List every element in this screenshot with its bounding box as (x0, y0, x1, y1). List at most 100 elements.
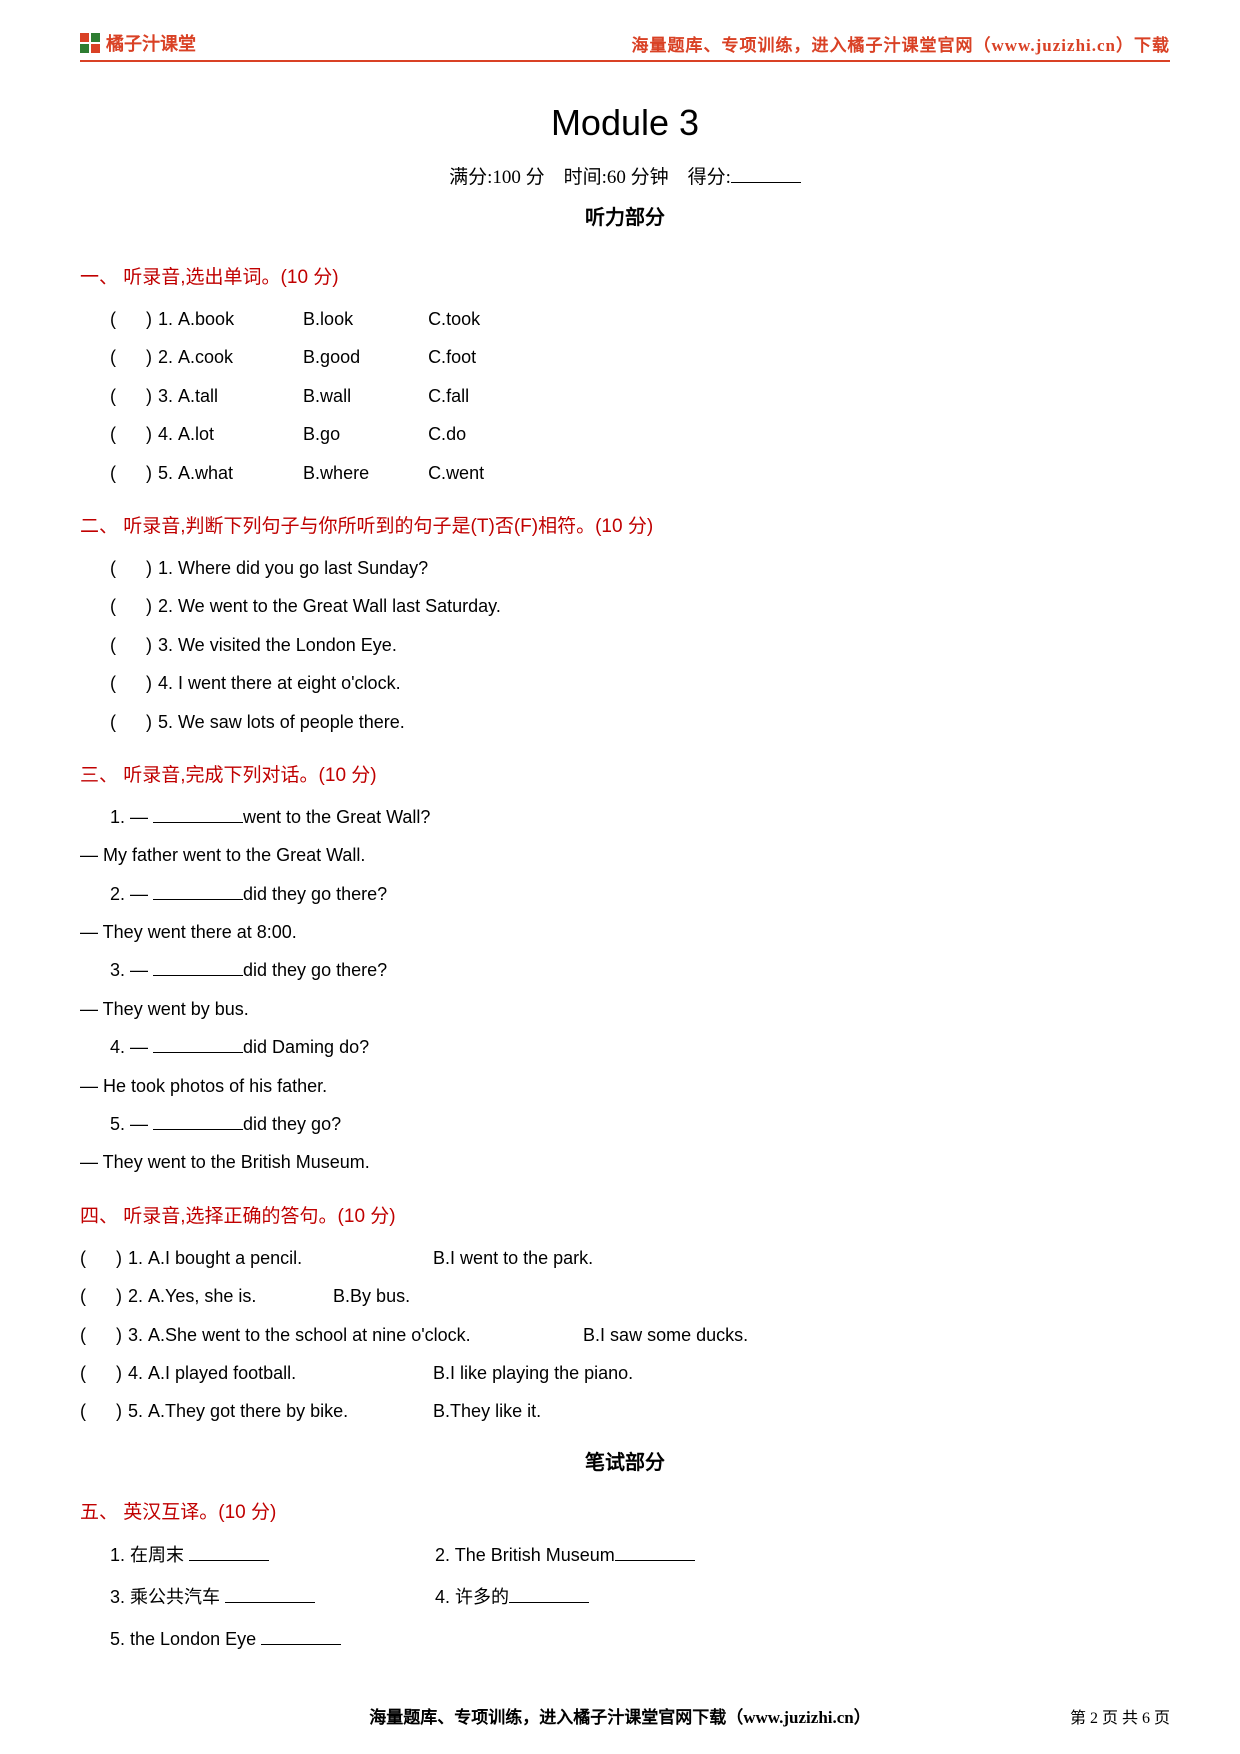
s5-text: 1. 在周末 (110, 1545, 184, 1565)
s5-item: 5. the London Eye (110, 1622, 341, 1656)
s1-row: ( )4. A.lot B.go C.do (110, 418, 1170, 450)
s3-a: — My father went to the Great Wall. (80, 839, 1170, 871)
fill-blank[interactable] (153, 806, 243, 823)
fill-blank[interactable] (153, 1036, 243, 1053)
answer-paren[interactable]: ( ) (110, 457, 152, 489)
s5-text: 2. The British Museum (435, 1545, 615, 1565)
section-3-body: 1. — went to the Great Wall? — My father… (80, 801, 1170, 1179)
answer-paren[interactable]: ( ) (110, 380, 152, 412)
s3-q: 2. — did they go there? (110, 878, 1170, 910)
logo-text: 橘子汁课堂 (106, 30, 196, 56)
s4-row: ( )3. A.She went to the school at nine o… (80, 1319, 1170, 1351)
s3-a: — They went to the British Museum. (80, 1146, 1170, 1178)
s5-text: 5. the London Eye (110, 1629, 256, 1649)
s3-a: — They went there at 8:00. (80, 916, 1170, 948)
q-pre: 5. — (110, 1114, 153, 1134)
s1-row: ( )3. A.tall B.wall C.fall (110, 380, 1170, 412)
option-b: B.wall (303, 380, 423, 412)
option-a: A.cook (178, 341, 298, 373)
s5-row: 3. 乘公共汽车 4. 许多的 (110, 1580, 1170, 1614)
fill-blank[interactable] (153, 1113, 243, 1130)
page-footer: 海量题库、专项训练，进入橘子汁课堂官网下载（www.juzizhi.cn） 第 … (0, 1703, 1240, 1728)
answer-paren[interactable]: ( ) (110, 552, 152, 584)
q-num: 1. (158, 309, 173, 329)
fill-blank[interactable] (615, 1544, 695, 1561)
logo-icon (80, 33, 100, 53)
q-num: 5. (128, 1401, 143, 1421)
q-pre: 1. — (110, 807, 153, 827)
option-b: B.I like playing the piano. (433, 1357, 633, 1389)
option-b: B.They like it. (433, 1395, 541, 1427)
q-post: did they go? (243, 1114, 341, 1134)
page-header: 橘子汁课堂 海量题库、专项训练，进入橘子汁课堂官网（www.juzizhi.cn… (80, 30, 1170, 62)
answer-paren[interactable]: ( ) (110, 629, 152, 661)
answer-paren[interactable]: ( ) (80, 1395, 122, 1427)
section-2-body: ( )1. Where did you go last Sunday? ( )2… (80, 552, 1170, 738)
answer-paren[interactable]: ( ) (80, 1319, 122, 1351)
fill-blank[interactable] (153, 959, 243, 976)
page-number: 第 2 页 共 6 页 (1070, 1704, 1170, 1728)
section-2-title: 二、 听录音,判断下列句子与你所听到的句子是(T)否(F)相符。(10 分) (80, 511, 1170, 538)
s2-row: ( )2. We went to the Great Wall last Sat… (110, 590, 1170, 622)
s1-row: ( )2. A.cook B.good C.foot (110, 341, 1170, 373)
option-b: B.go (303, 418, 423, 450)
option-c: C.went (428, 457, 548, 489)
s4-row: ( )1. A.I bought a pencil. B.I went to t… (80, 1242, 1170, 1274)
section-5-body: 1. 在周末 2. The British Museum 3. 乘公共汽车 4.… (80, 1538, 1170, 1657)
q-post: did they go there? (243, 884, 387, 904)
answer-paren[interactable]: ( ) (80, 1280, 122, 1312)
s5-text: 4. 许多的 (435, 1587, 509, 1607)
s2-row: ( )1. Where did you go last Sunday? (110, 552, 1170, 584)
option-a: A.Yes, she is. (148, 1280, 328, 1312)
meta-line: 满分:100 分 时间:60 分钟 得分: (80, 162, 1170, 189)
s5-item: 4. 许多的 (435, 1580, 589, 1614)
sentence: 5. We saw lots of people there. (158, 712, 405, 732)
fill-blank[interactable] (189, 1544, 269, 1561)
option-a: A.what (178, 457, 298, 489)
section-3-title: 三、 听录音,完成下列对话。(10 分) (80, 760, 1170, 787)
option-a: A.She went to the school at nine o'clock… (148, 1319, 578, 1351)
section-4-body: ( )1. A.I bought a pencil. B.I went to t… (80, 1242, 1170, 1428)
fill-blank[interactable] (153, 883, 243, 900)
option-c: C.foot (428, 341, 548, 373)
time-limit: 时间:60 分钟 (564, 167, 669, 188)
writing-section-label: 笔试部分 (80, 1446, 1170, 1475)
answer-paren[interactable]: ( ) (110, 303, 152, 335)
s3-a: — They went by bus. (80, 993, 1170, 1025)
sentence: 4. I went there at eight o'clock. (158, 673, 401, 693)
answer-paren[interactable]: ( ) (80, 1242, 122, 1274)
section-4-title: 四、 听录音,选择正确的答句。(10 分) (80, 1201, 1170, 1228)
answer-paren[interactable]: ( ) (110, 341, 152, 373)
s1-row: ( )5. A.what B.where C.went (110, 457, 1170, 489)
s3-a: — He took photos of his father. (80, 1070, 1170, 1102)
header-link-text: 海量题库、专项训练，进入橘子汁课堂官网（www.juzizhi.cn）下载 (632, 31, 1171, 56)
answer-paren[interactable]: ( ) (110, 590, 152, 622)
section-1-body: ( )1. A.book B.look C.took ( )2. A.cook … (80, 303, 1170, 489)
answer-paren[interactable]: ( ) (110, 667, 152, 699)
s5-text: 3. 乘公共汽车 (110, 1587, 220, 1607)
s4-row: ( )5. A.They got there by bike. B.They l… (80, 1395, 1170, 1427)
logo: 橘子汁课堂 (80, 30, 196, 56)
option-b: B.good (303, 341, 423, 373)
fill-blank[interactable] (261, 1628, 341, 1645)
answer-paren[interactable]: ( ) (110, 418, 152, 450)
s4-row: ( )2. A.Yes, she is. B.By bus. (80, 1280, 1170, 1312)
q-num: 3. (158, 386, 173, 406)
option-c: C.took (428, 303, 548, 335)
s1-row: ( )1. A.book B.look C.took (110, 303, 1170, 335)
fill-blank[interactable] (225, 1586, 315, 1603)
s5-row: 1. 在周末 2. The British Museum (110, 1538, 1170, 1572)
option-a: A.tall (178, 380, 298, 412)
s3-q: 3. — did they go there? (110, 954, 1170, 986)
option-b: B.look (303, 303, 423, 335)
s2-row: ( ) 5. We saw lots of people there. (110, 706, 1170, 738)
answer-paren[interactable]: ( ) (110, 706, 152, 738)
answer-paren[interactable]: ( ) (80, 1357, 122, 1389)
fill-blank[interactable] (509, 1586, 589, 1603)
module-title: Module 3 (80, 102, 1170, 144)
q-num: 1. (128, 1248, 143, 1268)
score-blank[interactable] (731, 165, 801, 183)
q-pre: 2. — (110, 884, 153, 904)
footer-text: 海量题库、专项训练，进入橘子汁课堂官网下载（www.juzizhi.cn） (369, 1708, 871, 1727)
s5-item: 3. 乘公共汽车 (110, 1580, 430, 1614)
